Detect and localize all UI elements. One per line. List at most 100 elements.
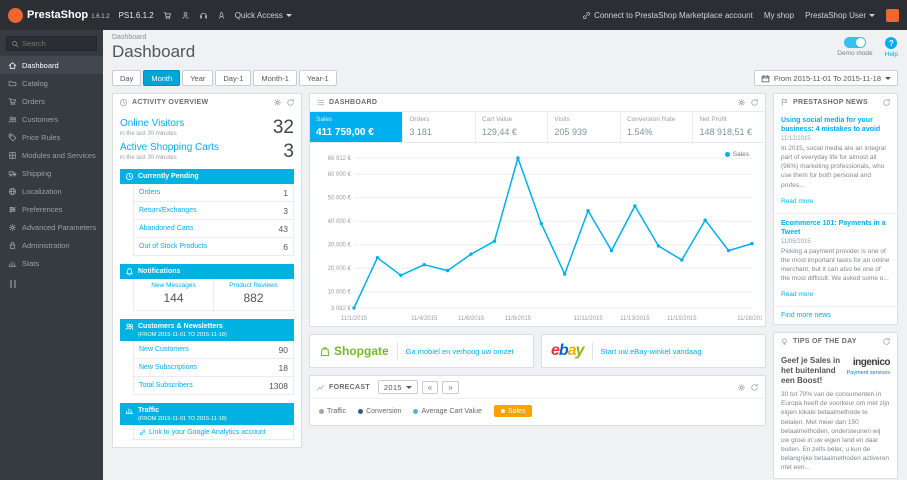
- forecast-metric-average-cart-value[interactable]: Average Cart Value: [413, 408, 482, 415]
- brand-name: PrestaShop 1.6.1.2: [27, 9, 110, 21]
- kpi-orders[interactable]: Orders 3 181: [403, 112, 476, 142]
- out-of-stock-row[interactable]: Out of Stock Products 6: [134, 237, 293, 255]
- pending-returns-row[interactable]: Return/Exchanges 3: [134, 201, 293, 219]
- toggle-icon[interactable]: [843, 37, 866, 48]
- sidebar-item-administration[interactable]: Administration: [0, 236, 103, 254]
- find-more-news-link[interactable]: Find more news: [774, 307, 897, 324]
- sidebar-item-catalog[interactable]: Catalog: [0, 74, 103, 92]
- news-date: 11/12/2015: [781, 136, 811, 143]
- sidebar-item-label: Advanced Parameters: [22, 222, 97, 232]
- new-messages-stat[interactable]: New Messages 144: [134, 279, 213, 310]
- svg-text:11/15/2015: 11/15/2015: [667, 316, 697, 322]
- forecast-metric-traffic[interactable]: Traffic: [319, 408, 346, 415]
- filter-day-1-button[interactable]: Day-1: [215, 70, 252, 86]
- active-carts-stat: Active Shopping Carts in the last 30 min…: [120, 142, 294, 161]
- kpi-net-profit[interactable]: Net Profit 148 918,51 €: [693, 112, 765, 142]
- filter-year-1-button[interactable]: Year-1: [298, 70, 337, 86]
- read-more-link[interactable]: Read more: [781, 198, 813, 205]
- filter-day-button[interactable]: Day: [112, 70, 142, 86]
- kpi-sales[interactable]: Sales 411 759,00 €: [310, 112, 404, 142]
- pending-orders-row[interactable]: Orders 1: [134, 184, 293, 201]
- gear-icon[interactable]: [737, 98, 746, 107]
- kpi-cart-value[interactable]: Cart Value 129,44 €: [476, 112, 549, 142]
- cart-icon[interactable]: [163, 11, 172, 20]
- sidebar-collapse-button[interactable]: [0, 272, 103, 296]
- product-reviews-stat[interactable]: Product Reviews 882: [213, 279, 293, 310]
- svg-text:50 000 €: 50 000 €: [328, 196, 352, 202]
- svg-text:60 000 €: 60 000 €: [328, 172, 352, 178]
- refresh-icon[interactable]: [750, 383, 759, 392]
- user-menu[interactable]: PrestaShop User: [805, 11, 875, 20]
- page-title: Dashboard: [112, 42, 196, 61]
- abandoned-carts-row[interactable]: Abandoned Carts 43: [134, 219, 293, 237]
- dashboard-column: DASHBOARD Sales 411 759,00 € Orders 3 181 …: [309, 93, 766, 426]
- forecast-next-button[interactable]: »: [442, 380, 459, 394]
- read-more-link[interactable]: Read more: [781, 291, 813, 298]
- demo-mode-toggle[interactable]: Demo mode: [837, 37, 873, 62]
- rocket-icon[interactable]: [217, 11, 226, 20]
- forecast-metric-sales[interactable]: Sales: [493, 405, 533, 417]
- svg-text:11/18/2015: 11/18/2015: [737, 316, 762, 322]
- new-customers-row[interactable]: New Customers 90: [134, 341, 293, 358]
- sidebar-item-advanced-parameters[interactable]: Advanced Parameters: [0, 218, 103, 236]
- forecast-metric-conversion[interactable]: Conversion: [358, 408, 401, 415]
- refresh-icon[interactable]: [750, 98, 759, 107]
- search-icon: [11, 40, 19, 48]
- my-shop-link[interactable]: My shop: [764, 11, 794, 20]
- forecast-prev-button[interactable]: «: [421, 380, 439, 394]
- panel-title: FORECAST: [329, 383, 370, 391]
- marketplace-connect-link[interactable]: Connect to PrestaShop Marketplace accoun…: [582, 11, 753, 20]
- support-icon[interactable]: [199, 11, 208, 20]
- sidebar-item-shipping[interactable]: Shipping: [0, 164, 103, 182]
- list-icon: [316, 98, 325, 107]
- news-headline-link[interactable]: Ecommerce 101: Payments in a Tweet: [781, 219, 890, 237]
- sidebar-item-price-rules[interactable]: Price Rules: [0, 128, 103, 146]
- shopgate-link[interactable]: Ga mobiel en verhoog uw omzet: [406, 347, 514, 356]
- caret-down-icon: [869, 13, 875, 17]
- filter-year-button[interactable]: Year: [182, 70, 214, 86]
- quick-access-menu[interactable]: Quick Access: [235, 11, 292, 20]
- user-avatar[interactable]: [886, 8, 899, 22]
- refresh-icon[interactable]: [286, 98, 295, 107]
- forecast-panel: FORECAST 2015 « » Traffic Conversion Ave…: [309, 375, 766, 426]
- filter-month-1-button[interactable]: Month-1: [253, 70, 297, 86]
- cart-icon: [8, 97, 17, 106]
- forecast-year-select[interactable]: 2015: [377, 380, 418, 394]
- total-subscribers-row[interactable]: Total Subscribers 1308: [134, 376, 293, 394]
- person-icon[interactable]: [181, 11, 190, 20]
- sidebar: Dashboard Catalog Orders Customers Price…: [0, 30, 103, 480]
- ebay-ad[interactable]: ebay Start uw eBay-winkel vandaag: [541, 334, 766, 368]
- filter-month-button[interactable]: Month: [143, 70, 181, 86]
- kpi-visits[interactable]: Visits 205 939: [548, 112, 621, 142]
- sidebar-item-orders[interactable]: Orders: [0, 92, 103, 110]
- ebay-logo: ebay: [551, 342, 584, 359]
- sidebar-item-customers[interactable]: Customers: [0, 110, 103, 128]
- refresh-icon[interactable]: [882, 98, 891, 107]
- search-input[interactable]: [22, 39, 88, 48]
- dashboard-panel: DASHBOARD Sales 411 759,00 € Orders 3 181 …: [309, 93, 766, 327]
- sidebar-item-preferences[interactable]: Preferences: [0, 200, 103, 218]
- help-button[interactable]: ? Help: [885, 37, 898, 62]
- traffic-date-range: (FROM 2015-11-01 TO 2015-11-18): [138, 416, 227, 422]
- date-range-picker[interactable]: From 2015-11-01 To 2015-11-18: [753, 70, 898, 86]
- online-visitors-label: Online Visitors: [120, 118, 185, 129]
- forecast-legend: Traffic Conversion Average Cart Value Sa…: [310, 398, 765, 425]
- users-icon: [125, 322, 134, 331]
- prestashop-logo[interactable]: PrestaShop 1.6.1.2: [8, 7, 110, 23]
- shopgate-ad[interactable]: Shopgate Ga mobiel en verhoog uw omzet: [309, 334, 534, 368]
- svg-text:11/8/2015: 11/8/2015: [505, 316, 532, 322]
- sidebar-item-stats[interactable]: Stats: [0, 254, 103, 272]
- google-analytics-link[interactable]: Link to your Google Analytics account: [134, 425, 293, 439]
- news-headline-link[interactable]: Using social media for your business: 4 …: [781, 116, 890, 134]
- ebay-link[interactable]: Start uw eBay-winkel vandaag: [601, 347, 702, 356]
- new-subscriptions-row[interactable]: New Subscriptions 18: [134, 358, 293, 376]
- kpi-row: Sales 411 759,00 € Orders 3 181 Cart Value…: [310, 111, 765, 143]
- refresh-icon[interactable]: [882, 337, 891, 346]
- gear-icon[interactable]: [273, 98, 282, 107]
- sidebar-item-localization[interactable]: Localization: [0, 182, 103, 200]
- sidebar-item-modules[interactable]: Modules and Services: [0, 146, 103, 164]
- sidebar-item-dashboard[interactable]: Dashboard: [0, 56, 103, 74]
- gear-icon[interactable]: [737, 383, 746, 392]
- globe-icon: [8, 187, 17, 196]
- kpi-conversion-rate[interactable]: Conversion Rate 1.54%: [621, 112, 694, 142]
